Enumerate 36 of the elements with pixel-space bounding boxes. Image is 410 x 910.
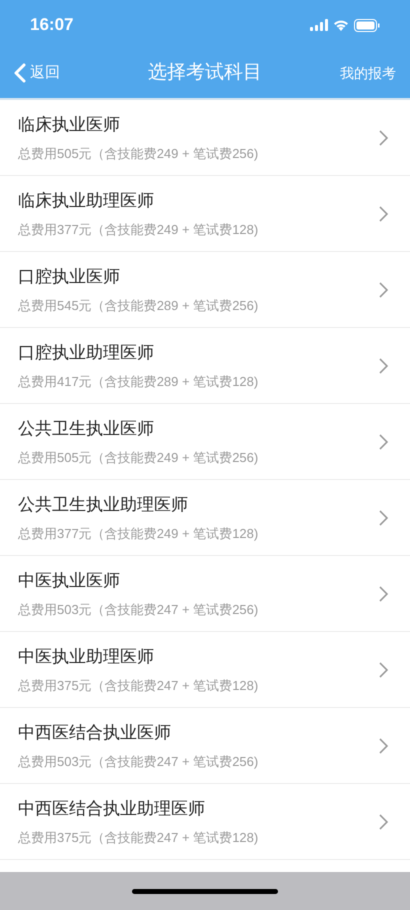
subject-name: 中医执业医师 bbox=[18, 570, 121, 592]
fee-text: 总费用375元（含技能费247 + 笔试费128) bbox=[18, 676, 258, 695]
battery-icon bbox=[354, 18, 380, 32]
chevron-icon bbox=[379, 434, 388, 450]
fee-text: 总费用377元（含技能费249 + 笔试费128) bbox=[18, 220, 258, 239]
subject-name: 公共卫生执业助理医师 bbox=[18, 494, 189, 516]
wifi-icon bbox=[333, 19, 349, 31]
fee-text: 总费用417元（含技能费289 + 笔试费128) bbox=[18, 372, 258, 391]
fee-text: 总费用375元（含技能费247 + 笔试费128) bbox=[18, 828, 258, 847]
subject-name: 公共卫生执业医师 bbox=[18, 418, 155, 440]
subject-name: 临床执业医师 bbox=[18, 114, 121, 136]
chevron-icon bbox=[379, 206, 388, 222]
chevron-icon bbox=[379, 662, 388, 678]
chevron-icon bbox=[379, 130, 388, 146]
fee-text: 总费用505元（含技能费249 + 笔试费256) bbox=[18, 448, 258, 467]
chevron-icon bbox=[379, 586, 388, 602]
subject-name: 中西医结合执业医师 bbox=[18, 722, 172, 744]
status-time: 16:07 bbox=[30, 14, 74, 36]
page-title: 选择考试科目 bbox=[148, 60, 262, 85]
chevron-icon bbox=[379, 282, 388, 298]
back-icon bbox=[14, 63, 26, 83]
signal-icon bbox=[310, 19, 328, 31]
subject-name: 临床执业助理医师 bbox=[18, 190, 155, 212]
fee-text: 总费用503元（含技能费247 + 笔试费256) bbox=[18, 600, 258, 619]
fee-text: 总费用545元（含技能费289 + 笔试费256) bbox=[18, 296, 258, 315]
subject-name: 中医执业助理医师 bbox=[18, 646, 155, 668]
fee-text: 总费用377元（含技能费249 + 笔试费128) bbox=[18, 524, 258, 543]
fee-text: 总费用505元（含技能费249 + 笔试费256) bbox=[18, 144, 258, 163]
subject-name: 口腔执业助理医师 bbox=[18, 342, 155, 364]
chevron-icon bbox=[379, 738, 388, 754]
subject-name: 中西医结合执业助理医师 bbox=[18, 798, 206, 820]
fee-text: 总费用503元（含技能费247 + 笔试费256) bbox=[18, 752, 258, 771]
chevron-icon bbox=[379, 510, 388, 526]
chevron-icon bbox=[379, 358, 388, 374]
chevron-icon bbox=[379, 814, 388, 830]
subject-name: 口腔执业医师 bbox=[18, 266, 121, 288]
